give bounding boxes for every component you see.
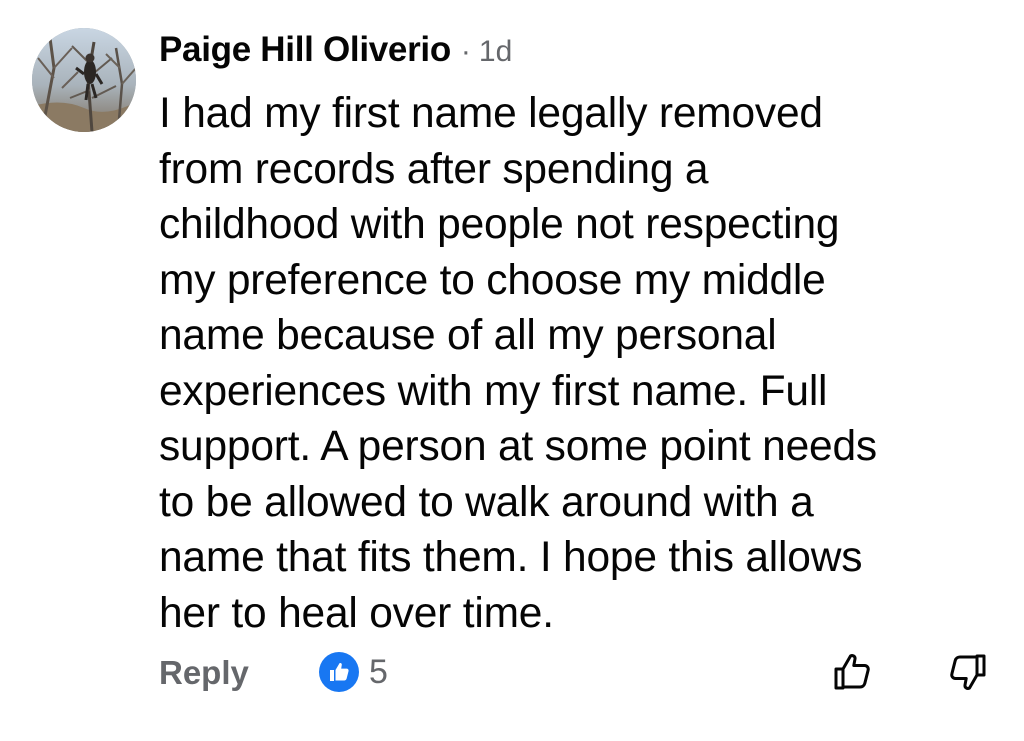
comment-line: her to heal over time.	[159, 589, 554, 637]
avatar[interactable]	[32, 28, 136, 132]
comment-line: experiences with my first name. Full	[159, 367, 828, 415]
comment: Paige Hill Oliverio · 1d I had my first …	[0, 0, 1024, 741]
comment-line: childhood with people not respecting	[159, 201, 840, 248]
avatar-photo	[32, 28, 136, 132]
comment-line: name because of all my personal	[159, 312, 777, 359]
thumbs-down-outline-icon[interactable]	[945, 650, 989, 694]
reply-button[interactable]: Reply	[159, 654, 249, 692]
comment-line: from records after spending a	[159, 145, 709, 193]
comment-actions: Reply 5	[159, 648, 999, 698]
comment-line: to be allowed to walk around with a	[159, 478, 814, 526]
like-thumbs-up-icon	[319, 652, 359, 692]
reaction-summary[interactable]: 5	[319, 652, 388, 692]
comment-header: Paige Hill Oliverio · 1d	[159, 30, 512, 70]
comment-line: I had my first name legally removed	[159, 90, 823, 137]
separator-dot: ·	[460, 35, 471, 68]
comment-line: support. A person at some point needs	[159, 423, 877, 470]
comment-line: name that fits them. I hope this allows	[159, 534, 863, 581]
author-name[interactable]: Paige Hill Oliverio	[159, 30, 451, 70]
timestamp[interactable]: 1d	[479, 35, 512, 69]
comment-line: my preference to choose my middle	[159, 256, 826, 304]
reaction-count: 5	[369, 652, 388, 691]
comment-text: I had my first name legally removed from…	[159, 86, 999, 641]
thumbs-up-outline-icon[interactable]	[831, 650, 875, 694]
